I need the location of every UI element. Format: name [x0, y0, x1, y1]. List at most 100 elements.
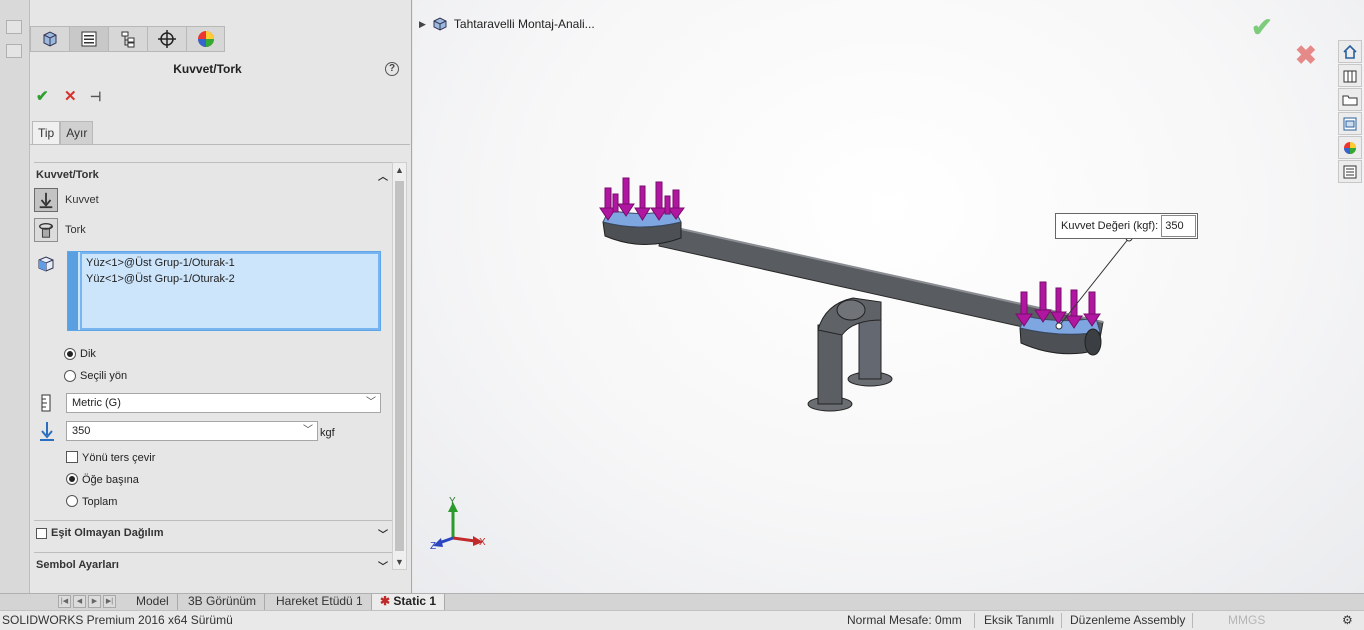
- tab-custom-properties[interactable]: [1338, 160, 1362, 183]
- force-value-callout[interactable]: Kuvvet Değeri (kgf): 350: [1055, 213, 1199, 239]
- tab-feature-manager[interactable]: [30, 26, 69, 52]
- ok-button[interactable]: ✔: [36, 89, 49, 105]
- chevron-down-icon: ﹀: [303, 425, 313, 436]
- graphics-area[interactable]: Y X Z ▶ Tahtaravelli Montaj-Anali... ✔ ✖…: [413, 0, 1364, 593]
- force-option-button[interactable]: [34, 188, 58, 212]
- face-selection-icon: [36, 254, 58, 274]
- confirm-corner-ok-icon[interactable]: ✔: [1251, 12, 1273, 43]
- force-arrow-icon: [39, 192, 53, 209]
- torque-option-button[interactable]: [34, 218, 58, 242]
- status-units[interactable]: MMGS: [1228, 613, 1265, 627]
- status-bar: SOLIDWORKS Premium 2016 x64 Sürümü Norma…: [0, 610, 1364, 630]
- status-product: SOLIDWORKS Premium 2016 x64 Sürümü: [2, 613, 233, 627]
- scrollbar-thumb[interactable]: [395, 181, 404, 551]
- selection-list-bar: [68, 252, 78, 330]
- tab-type[interactable]: Tip: [32, 121, 61, 145]
- tab-display-manager[interactable]: [186, 26, 225, 52]
- chevron-down-icon[interactable]: ﹀: [378, 558, 388, 573]
- axis-triad: Y X Z: [430, 496, 486, 552]
- status-distance: Normal Mesafe: 0mm: [847, 613, 962, 627]
- unit-system-value: Metric (G): [72, 397, 121, 409]
- expand-arrow-icon[interactable]: ▶: [419, 19, 426, 30]
- folder-icon: [1342, 95, 1358, 105]
- selection-list[interactable]: Yüz<1>@Üst Grup-1/Oturak-1 Yüz<1>@Üst Gr…: [67, 251, 381, 331]
- status-separator: [974, 613, 975, 628]
- callout-value-input[interactable]: 350: [1161, 215, 1197, 237]
- status-separator: [1192, 613, 1193, 628]
- collapsed-toolbar-icon[interactable]: [6, 20, 22, 34]
- tab-split[interactable]: Ayır: [60, 121, 94, 145]
- status-separator: [1061, 613, 1062, 628]
- list-item[interactable]: Yüz<1>@Üst Grup-1/Oturak-2: [86, 273, 235, 285]
- color-wheel-icon: [197, 31, 214, 47]
- force-value: 350: [72, 425, 91, 437]
- prev-tab-icon[interactable]: ◀: [73, 595, 86, 608]
- chevron-up-icon[interactable]: ︿: [378, 168, 388, 183]
- panel-scrollbar[interactable]: ▲ ▼: [392, 162, 407, 570]
- scroll-down-icon[interactable]: ▼: [395, 557, 404, 567]
- radio-total-label: Toplam: [82, 496, 118, 508]
- scroll-up-icon[interactable]: ▲: [395, 165, 404, 175]
- configuration-manager-icon: [121, 31, 135, 48]
- tab-file-explorer[interactable]: [1338, 88, 1362, 111]
- tab-3d-view[interactable]: 3B Görünüm: [180, 594, 266, 610]
- color-wheel-icon: [1344, 141, 1356, 154]
- tab-property-manager[interactable]: [69, 26, 108, 52]
- tab-home[interactable]: [1338, 40, 1362, 63]
- home-icon: [1343, 44, 1357, 59]
- radio-total[interactable]: [66, 495, 78, 507]
- tab-motion-study[interactable]: Hareket Etüdü 1: [268, 594, 372, 610]
- section-header-force[interactable]: Kuvvet/Tork ︿: [34, 162, 392, 183]
- section-header-symbol[interactable]: Sembol Ayarları ﹀: [34, 552, 392, 573]
- reverse-direction-checkbox[interactable]: [66, 451, 78, 463]
- collapsed-toolbar-icon[interactable]: [6, 44, 22, 58]
- unit-system-select[interactable]: Metric (G) ﹀: [66, 393, 381, 413]
- help-icon[interactable]: ?: [385, 62, 399, 76]
- cancel-button[interactable]: ✕: [64, 89, 77, 105]
- library-icon: [1343, 70, 1357, 82]
- property-manager-icon: [81, 31, 97, 47]
- torque-option-label: Tork: [65, 224, 86, 236]
- last-tab-icon[interactable]: ▶|: [103, 595, 116, 608]
- customize-icon[interactable]: ⚙: [1342, 613, 1353, 627]
- callout-label: Kuvvet Değeri (kgf):: [1061, 220, 1159, 232]
- radio-per-item-label: Öğe başına: [82, 474, 139, 486]
- section-header-nonuniform[interactable]: Eşit Olmayan Dağılım ﹀: [34, 520, 392, 541]
- tree-title: Tahtaravelli Montaj-Anali...: [453, 17, 595, 31]
- tab-configuration-manager[interactable]: [108, 26, 147, 52]
- tab-appearances[interactable]: [1338, 136, 1362, 159]
- next-tab-icon[interactable]: ▶: [88, 595, 101, 608]
- status-mode: Düzenleme Assembly: [1070, 613, 1186, 627]
- support-stand: [807, 297, 893, 412]
- nonuniform-checkbox[interactable]: [36, 527, 47, 539]
- tab-static[interactable]: ✱ Static 1: [372, 594, 446, 610]
- feature-tree-flyout[interactable]: ▶ Tahtaravelli Montaj-Anali...: [419, 16, 595, 32]
- tab-design-library[interactable]: [1338, 64, 1362, 87]
- radio-selected-direction[interactable]: [64, 370, 76, 382]
- panel-title: Kuvvet/Tork: [173, 62, 242, 76]
- pin-icon[interactable]: ⊣: [90, 89, 101, 105]
- feature-manager-icon: [43, 31, 57, 47]
- list-item[interactable]: Yüz<1>@Üst Grup-1/Oturak-1: [86, 257, 235, 269]
- bottom-tab-bar: |◀ ◀ ▶ ▶| Model 3B Görünüm Hareket Etüdü…: [0, 593, 1364, 610]
- tab-view-palette[interactable]: [1338, 112, 1362, 135]
- confirm-corner-cancel-icon[interactable]: ✖: [1295, 40, 1317, 71]
- seesaw-model: Y X Z: [430, 177, 1133, 552]
- view-palette-icon: [1343, 117, 1357, 130]
- radio-per-item[interactable]: [66, 473, 78, 485]
- force-value-input[interactable]: 350 ﹀: [66, 421, 318, 441]
- axis-y-label: Y: [449, 496, 456, 507]
- tab-model[interactable]: Model: [128, 594, 178, 610]
- radio-normal[interactable]: [64, 348, 76, 360]
- section-title: Kuvvet/Tork: [36, 169, 99, 181]
- task-pane-tabs: [1338, 40, 1364, 184]
- first-tab-icon[interactable]: |◀: [58, 595, 71, 608]
- section-title: Sembol Ayarları: [36, 559, 119, 571]
- chevron-down-icon[interactable]: ﹀: [378, 526, 388, 541]
- axis-x-label: X: [479, 537, 486, 548]
- tab-dimxpert-manager[interactable]: [147, 26, 186, 52]
- status-definition: Eksik Tanımlı: [984, 613, 1055, 627]
- manager-tabs: [30, 26, 225, 52]
- study-icon: ✱: [380, 594, 391, 608]
- force-unit-label: kgf: [320, 427, 335, 439]
